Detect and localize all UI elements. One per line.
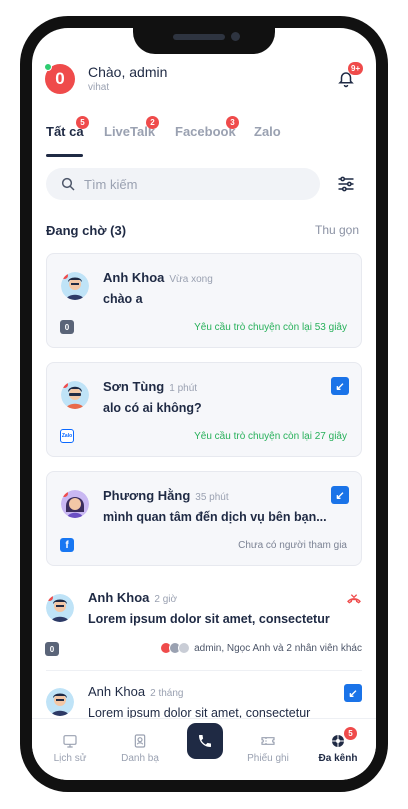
tab-badge: 2 — [146, 116, 159, 129]
nav-history[interactable]: Lịch sử — [40, 719, 100, 764]
last-message: chào a — [103, 292, 143, 306]
contacts-icon — [134, 734, 146, 748]
tab-all[interactable]: Tất cả 5 — [46, 116, 89, 139]
unread-dot — [61, 381, 68, 388]
assigned-agents: admin, Ngọc Anh và 2 nhân viên khác — [160, 642, 362, 654]
channel-icon: 0 — [60, 320, 74, 334]
phone-notch — [133, 16, 275, 54]
tab-badge: 5 — [76, 116, 89, 129]
chat-status: Yêu cầu trò chuyện còn lại 27 giây — [194, 431, 347, 442]
nav-label: Danh bạ — [121, 753, 159, 764]
tab-badge: 3 — [226, 116, 239, 129]
row-divider — [46, 670, 362, 671]
nav-contacts[interactable]: Danh bạ — [110, 719, 170, 764]
avatar — [61, 381, 89, 409]
tab-livetalk[interactable]: LiveTalk 2 — [104, 116, 159, 139]
message-time: 2 giờ — [154, 594, 178, 605]
phone-icon — [199, 735, 211, 747]
tab-label: Zalo — [254, 124, 281, 139]
customer-name: Sơn Tùng 1 phút — [103, 379, 197, 394]
nav-omnichannel[interactable]: 5 Đa kênh — [308, 719, 368, 764]
nav-label: Phiếu ghi — [247, 753, 289, 764]
unread-dot — [61, 272, 68, 279]
filter-icon[interactable] — [336, 174, 356, 194]
customer-name-text: Phương Hằng — [103, 488, 191, 503]
channel-icon: 0 — [45, 642, 59, 656]
last-message: mình quan tâm đến dịch vụ bên bạn... — [103, 510, 327, 524]
customer-name: Anh Khoa 2 tháng — [88, 684, 183, 699]
greeting-text: Chào, admin — [88, 64, 168, 80]
message-time: 1 phút — [169, 383, 198, 394]
message-time: 2 tháng — [150, 688, 184, 699]
waiting-section-title: Đang chờ (3) — [46, 223, 127, 238]
search-icon — [61, 177, 75, 191]
nav-label: Đa kênh — [318, 753, 358, 764]
livetalk-icon: ↙ — [344, 684, 362, 702]
conversation-row[interactable]: Anh Khoa 2 tháng ↙ Lorem ipsum dolor sit … — [32, 676, 376, 724]
nav-label: Lịch sử — [53, 753, 87, 764]
channel-tabs: Tất cả 5 LiveTalk 2 Facebook 3 Zalo — [32, 116, 376, 156]
search-input[interactable]: Tìm kiếm — [46, 168, 320, 200]
collapse-button[interactable]: Thu gọn — [315, 223, 359, 237]
notification-badge: 9+ — [348, 62, 364, 75]
speaker-grille — [173, 34, 225, 40]
unread-dot — [46, 594, 53, 601]
customer-name-text: Anh Khoa — [88, 590, 150, 605]
avatar — [61, 272, 89, 300]
history-icon — [63, 735, 77, 748]
active-tab-indicator — [46, 154, 83, 157]
customer-name: Phương Hằng 35 phút — [103, 488, 229, 503]
last-message: alo có ai không? — [103, 401, 202, 415]
front-camera — [231, 32, 240, 41]
last-message: Lorem ipsum dolor sit amet, consectetur — [88, 612, 330, 626]
message-time: Vừa xong — [169, 274, 213, 285]
nav-tickets[interactable]: Phiếu ghi — [238, 719, 298, 764]
notification-button[interactable]: 9+ — [337, 62, 364, 90]
search-placeholder: Tìm kiếm — [84, 176, 138, 192]
call-button[interactable] — [187, 723, 223, 759]
assigned-agents-text: admin, Ngọc Anh và 2 nhân viên khác — [194, 642, 362, 654]
customer-name-text: Anh Khoa — [103, 270, 165, 285]
customer-name: Anh Khoa Vừa xong — [103, 270, 213, 285]
unread-dot — [61, 490, 68, 497]
nav-badge: 5 — [344, 727, 357, 740]
customer-name-text: Sơn Tùng — [103, 379, 165, 394]
customer-name-text: Anh Khoa — [88, 684, 146, 699]
avatar — [46, 688, 74, 716]
waiting-chat-card[interactable]: Anh Khoa Vừa xong chào a 0 Yêu cầu trò ch… — [46, 253, 362, 348]
agent-avatar — [178, 642, 191, 654]
chat-status: Yêu cầu trò chuyện còn lại 53 giây — [194, 322, 347, 333]
livetalk-icon: ↙ — [331, 377, 349, 395]
tab-zalo[interactable]: Zalo — [254, 124, 281, 139]
avatar — [46, 594, 74, 622]
app-screen: 0 Chào, admin vihat 9+ Tất cả 5 LiveTalk… — [32, 28, 376, 780]
message-time: 35 phút — [195, 492, 229, 503]
conversation-row[interactable]: Anh Khoa 2 giờ Lorem ipsum dolor sit amet… — [32, 580, 376, 668]
facebook-icon: f — [60, 538, 74, 552]
waiting-chat-card[interactable]: Phương Hằng 35 phút ↙ mình quan tâm đến d… — [46, 471, 362, 566]
zalo-icon: Zalo — [60, 429, 74, 443]
logo-letter: 0 — [55, 69, 65, 88]
bottom-navigation: Lịch sử Danh bạ Phiếu ghi 5 Đa kênh — [32, 718, 376, 780]
livetalk-icon: ↙ — [331, 486, 349, 504]
ticket-icon — [261, 737, 275, 745]
app-logo: 0 — [44, 63, 75, 94]
organization-name: vihat — [88, 82, 110, 93]
call-missed-icon — [347, 594, 361, 604]
online-indicator — [44, 63, 52, 71]
chat-status: Chưa có người tham gia — [238, 540, 347, 551]
tab-facebook[interactable]: Facebook 3 — [175, 116, 239, 139]
customer-name: Anh Khoa 2 giờ — [88, 590, 177, 605]
avatar — [61, 490, 89, 518]
waiting-chat-card[interactable]: Sơn Tùng 1 phút ↙ alo có ai không? Zalo Y… — [46, 362, 362, 457]
